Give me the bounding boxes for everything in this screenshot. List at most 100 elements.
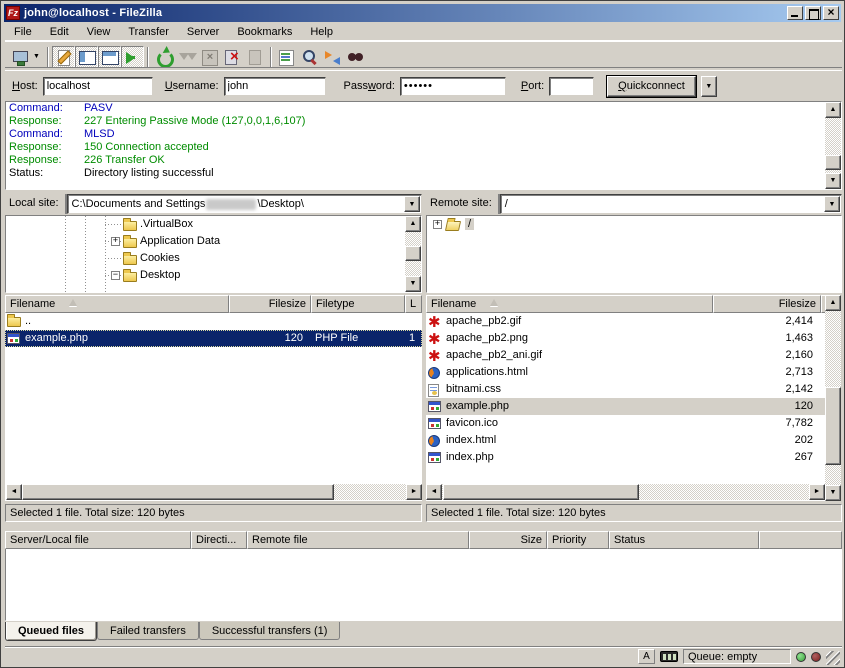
- file-row[interactable]: applications.html 2,713: [426, 364, 825, 381]
- menu-view[interactable]: View: [78, 24, 120, 40]
- local-hscrollbar[interactable]: ◄ ►: [6, 484, 422, 500]
- scrollbar-thumb[interactable]: [825, 387, 841, 465]
- site-manager-icon[interactable]: [8, 46, 31, 68]
- tree-item-cookies[interactable]: Cookies: [6, 250, 421, 267]
- expand-icon[interactable]: [433, 220, 442, 229]
- file-row[interactable]: index.php 267: [426, 449, 825, 466]
- column-header-lastmodified[interactable]: L: [405, 295, 422, 313]
- remote-file-list[interactable]: Filename Filesize ✱apache_pb2.gif 2,414 …: [426, 295, 825, 501]
- open-folder-icon: [445, 221, 461, 231]
- scroll-down-icon[interactable]: ▼: [825, 485, 841, 501]
- scroll-down-icon[interactable]: ▼: [405, 276, 421, 292]
- menu-bookmarks[interactable]: Bookmarks: [228, 24, 301, 40]
- file-row-selected[interactable]: example.php 120 PHP File 1: [5, 330, 422, 347]
- scroll-left-icon[interactable]: ◄: [426, 484, 442, 500]
- synchronized-browsing-icon[interactable]: [321, 46, 344, 68]
- file-row-selected[interactable]: example.php 120: [426, 398, 825, 415]
- column-header-filetype[interactable]: Filetype: [311, 295, 405, 313]
- menu-help[interactable]: Help: [301, 24, 342, 40]
- column-header-filename[interactable]: Filename: [426, 295, 713, 313]
- tree-item-root[interactable]: /: [427, 216, 841, 233]
- file-row[interactable]: ✱apache_pb2.gif 2,414: [426, 313, 825, 330]
- menu-edit[interactable]: Edit: [41, 24, 78, 40]
- data-type-indicator-icon[interactable]: A: [638, 649, 655, 664]
- combo-dropdown-icon[interactable]: ▼: [404, 196, 420, 212]
- local-list-header: Filename Filesize Filetype L: [5, 295, 422, 313]
- directory-comparison-icon[interactable]: [298, 46, 321, 68]
- remote-tree[interactable]: /: [426, 215, 842, 293]
- local-tree-scrollbar[interactable]: ▲ ▼: [405, 216, 421, 292]
- tree-item-application-data[interactable]: Application Data: [6, 233, 421, 250]
- remote-vscrollbar[interactable]: ▲ ▼: [825, 295, 841, 501]
- column-header-filesize[interactable]: Filesize: [229, 295, 311, 313]
- expand-icon[interactable]: [111, 237, 120, 246]
- speed-limits-icon[interactable]: [660, 651, 678, 662]
- close-button[interactable]: [823, 6, 839, 20]
- quickconnect-dropdown-icon[interactable]: ▼: [701, 76, 717, 97]
- filter-icon[interactable]: [275, 46, 298, 68]
- scrollbar-thumb[interactable]: [443, 484, 639, 500]
- file-row-up[interactable]: ..: [5, 313, 422, 330]
- file-row[interactable]: favicon.ico 7,782: [426, 415, 825, 432]
- toggle-queue-icon[interactable]: [121, 46, 144, 68]
- scrollbar-thumb[interactable]: [825, 155, 841, 170]
- toggle-remote-tree-icon[interactable]: [98, 46, 121, 68]
- tab-successful-transfers[interactable]: Successful transfers (1): [199, 622, 341, 640]
- remote-path-combo[interactable]: / ▼: [500, 194, 842, 214]
- column-header-filesize[interactable]: Filesize: [713, 295, 821, 313]
- quickconnect-button[interactable]: Quickconnect: [607, 76, 696, 97]
- host-input[interactable]: [43, 77, 153, 96]
- scrollbar-thumb[interactable]: [405, 246, 421, 261]
- column-header-filename[interactable]: Filename: [5, 295, 229, 313]
- tab-failed-transfers[interactable]: Failed transfers: [97, 622, 199, 640]
- column-header-remote-file[interactable]: Remote file: [247, 531, 469, 549]
- menu-server[interactable]: Server: [178, 24, 228, 40]
- toggle-message-log-icon[interactable]: [52, 46, 75, 68]
- scroll-down-icon[interactable]: ▼: [825, 173, 841, 189]
- log-line: Response:227 Entering Passive Mode (127,…: [6, 115, 841, 128]
- username-input[interactable]: [224, 77, 326, 96]
- minimize-button[interactable]: [787, 6, 803, 20]
- maximize-button[interactable]: [805, 6, 821, 20]
- generic-file-icon: [7, 333, 20, 344]
- remote-hscrollbar[interactable]: ◄ ►: [426, 484, 825, 500]
- scroll-up-icon[interactable]: ▲: [825, 295, 841, 311]
- password-input[interactable]: [400, 77, 506, 96]
- column-header-direction[interactable]: Directi...: [191, 531, 247, 549]
- find-files-icon[interactable]: [344, 46, 367, 68]
- scrollbar-thumb[interactable]: [22, 484, 334, 500]
- file-row[interactable]: ✱apache_pb2.png 1,463: [426, 330, 825, 347]
- site-manager-dropdown-icon[interactable]: [31, 46, 44, 68]
- menu-transfer[interactable]: Transfer: [119, 24, 178, 40]
- title-bar[interactable]: Fz john@localhost - FileZilla: [4, 4, 841, 22]
- scroll-up-icon[interactable]: ▲: [825, 102, 841, 118]
- queue-list[interactable]: [5, 549, 842, 621]
- file-row[interactable]: index.html 202: [426, 432, 825, 449]
- refresh-icon[interactable]: [152, 46, 175, 68]
- column-header-server-local-file[interactable]: Server/Local file: [5, 531, 191, 549]
- combo-dropdown-icon[interactable]: ▼: [824, 196, 840, 212]
- port-input[interactable]: [549, 77, 594, 96]
- file-row[interactable]: ✱apache_pb2_ani.gif 2,160: [426, 347, 825, 364]
- disconnect-icon[interactable]: [221, 46, 244, 68]
- menu-file[interactable]: File: [5, 24, 41, 40]
- scroll-right-icon[interactable]: ►: [406, 484, 422, 500]
- log-scrollbar[interactable]: ▲ ▼: [825, 102, 841, 189]
- local-tree[interactable]: .VirtualBox Application Data Cookies Des…: [5, 215, 422, 293]
- local-file-list[interactable]: Filename Filesize Filetype L .. example.…: [5, 295, 422, 501]
- column-header-priority[interactable]: Priority: [547, 531, 609, 549]
- tab-queued-files[interactable]: Queued files: [5, 622, 97, 641]
- file-row[interactable]: bitnami.css 2,142: [426, 381, 825, 398]
- resize-grip[interactable]: [826, 651, 840, 665]
- tree-item-virtualbox[interactable]: .VirtualBox: [6, 216, 421, 233]
- local-path-combo[interactable]: C:\Documents and Settings\Desktop\ ▼: [67, 194, 422, 214]
- message-log[interactable]: Command:PASV Response:227 Entering Passi…: [5, 101, 842, 190]
- column-header-status[interactable]: Status: [609, 531, 759, 549]
- column-header-size[interactable]: Size: [469, 531, 547, 549]
- scroll-left-icon[interactable]: ◄: [6, 484, 22, 500]
- scroll-right-icon[interactable]: ►: [809, 484, 825, 500]
- collapse-icon[interactable]: [111, 271, 120, 280]
- scroll-up-icon[interactable]: ▲: [405, 216, 421, 232]
- toggle-local-tree-icon[interactable]: [75, 46, 98, 68]
- tree-item-desktop[interactable]: Desktop: [6, 267, 421, 284]
